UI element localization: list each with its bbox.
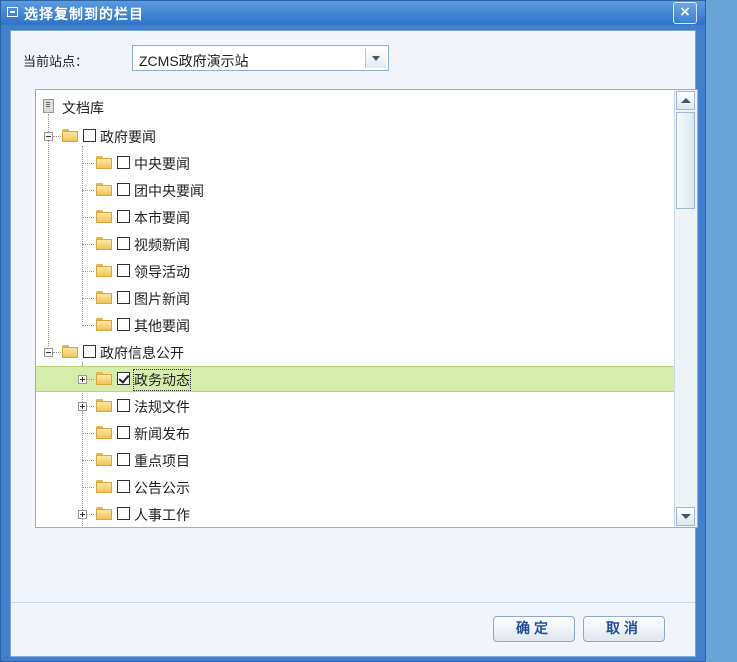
expand-icon[interactable] (78, 402, 87, 411)
tree-root: 文档库 (36, 94, 676, 120)
folder-open-icon (62, 345, 79, 358)
folder-open-icon (96, 318, 113, 331)
tree-node-label[interactable]: 法规文件 (134, 397, 190, 417)
tree-node: 其他要闻 (36, 312, 676, 338)
folder-open-icon (96, 264, 113, 277)
dialog-titlebar[interactable]: 选择复制到的栏目 × (1, 1, 705, 25)
ok-button[interactable]: 确定 (493, 616, 575, 642)
tree-checkbox-checked[interactable] (117, 372, 130, 385)
tree-node-label[interactable]: 人事工作 (134, 505, 190, 525)
tree-node-label[interactable]: 政务动态 (133, 369, 191, 391)
site-label: 当前站点： (23, 55, 89, 70)
tree-checkbox[interactable] (117, 426, 130, 439)
tree-node: 图片新闻 (36, 285, 676, 311)
folder-open-icon (96, 156, 113, 169)
tree-checkbox[interactable] (117, 399, 130, 412)
tree-checkbox[interactable] (117, 210, 130, 223)
expand-icon[interactable] (78, 510, 87, 519)
tree-node: 政府要闻 (36, 123, 676, 149)
tree-checkbox[interactable] (83, 345, 96, 358)
chevron-down-icon[interactable] (365, 48, 386, 68)
tree-node-label[interactable]: 领导活动 (134, 262, 190, 282)
site-select[interactable]: ZCMS政府演示站 (132, 45, 389, 71)
tree-checkbox[interactable] (117, 480, 130, 493)
dialog-window: 选择复制到的栏目 × 当前站点： ZCMS政府演示站 文档库 政府要闻 中央要闻… (0, 0, 706, 662)
tree-checkbox[interactable] (117, 264, 130, 277)
folder-open-icon (62, 129, 79, 142)
folder-open-icon (96, 210, 113, 223)
tree-node-label[interactable]: 图片新闻 (134, 289, 190, 309)
tree-node: 法规文件 (36, 393, 676, 419)
scroll-thumb[interactable] (676, 112, 695, 209)
folder-open-icon (96, 453, 113, 466)
catalog-tree-panel: 文档库 政府要闻 中央要闻 团中央要闻 本市要闻 视频新闻 领导活动 图片新闻 … (35, 89, 698, 528)
tree-node: 视频新闻 (36, 231, 676, 257)
folder-open-icon (96, 480, 113, 493)
tree-node: 新闻发布 (36, 420, 676, 446)
tree-checkbox[interactable] (117, 183, 130, 196)
tree-scrollbar[interactable] (674, 90, 697, 527)
collapse-icon[interactable] (44, 132, 53, 141)
dialog-body: 当前站点： ZCMS政府演示站 文档库 政府要闻 中央要闻 团中央要闻 本市要闻… (10, 30, 698, 657)
tree-node: 团中央要闻 (36, 177, 676, 203)
scroll-down-icon[interactable] (676, 507, 695, 526)
tree-checkbox[interactable] (117, 507, 130, 520)
close-button[interactable]: × (673, 2, 697, 24)
tree-node-label[interactable]: 视频新闻 (134, 235, 190, 255)
tree-node-label[interactable]: 新闻发布 (134, 424, 190, 444)
tree-checkbox[interactable] (83, 129, 96, 142)
library-icon (43, 99, 54, 113)
tree-node-selected[interactable]: 政务动态 (36, 366, 676, 392)
tree-checkbox[interactable] (117, 237, 130, 250)
folder-open-icon (96, 507, 113, 520)
folder-open-icon (96, 183, 113, 196)
tree-node: 领导活动 (36, 258, 676, 284)
tree-checkbox[interactable] (117, 453, 130, 466)
dialog-title: 选择复制到的栏目 (24, 7, 144, 23)
folder-open-icon (96, 237, 113, 250)
tree-node-label[interactable]: 本市要闻 (134, 208, 190, 228)
expand-icon[interactable] (78, 375, 87, 384)
window-icon (7, 7, 18, 17)
site-select-value: ZCMS政府演示站 (139, 53, 249, 69)
tree-node: 重点项目 (36, 447, 676, 473)
tree-checkbox[interactable] (117, 291, 130, 304)
tree-node: 公告公示 (36, 474, 676, 500)
tree-node: 本市要闻 (36, 204, 676, 230)
tree-node-label[interactable]: 团中央要闻 (134, 181, 204, 201)
tree-checkbox[interactable] (117, 318, 130, 331)
tree-node: 中央要闻 (36, 150, 676, 176)
scroll-up-icon[interactable] (676, 91, 695, 110)
cancel-button[interactable]: 取消 (583, 616, 665, 642)
tree-node-label[interactable]: 政府信息公开 (100, 343, 184, 363)
folder-open-icon (96, 372, 113, 385)
collapse-icon[interactable] (44, 348, 53, 357)
tree-node-label[interactable]: 其他要闻 (134, 316, 190, 336)
tree-node-label[interactable]: 政府要闻 (100, 127, 156, 147)
tree-root-label[interactable]: 文档库 (62, 98, 104, 118)
tree-node: 人事工作 (36, 501, 676, 527)
tree-checkbox[interactable] (117, 156, 130, 169)
footer-divider (11, 602, 695, 603)
tree-node: 政府信息公开 (36, 339, 676, 365)
folder-open-icon (96, 291, 113, 304)
folder-open-icon (96, 426, 113, 439)
tree-node-label[interactable]: 重点项目 (134, 451, 190, 471)
catalog-tree: 文档库 政府要闻 中央要闻 团中央要闻 本市要闻 视频新闻 领导活动 图片新闻 … (36, 90, 676, 527)
folder-open-icon (96, 399, 113, 412)
tree-node-label[interactable]: 中央要闻 (134, 154, 190, 174)
tree-node-label[interactable]: 公告公示 (134, 478, 190, 498)
